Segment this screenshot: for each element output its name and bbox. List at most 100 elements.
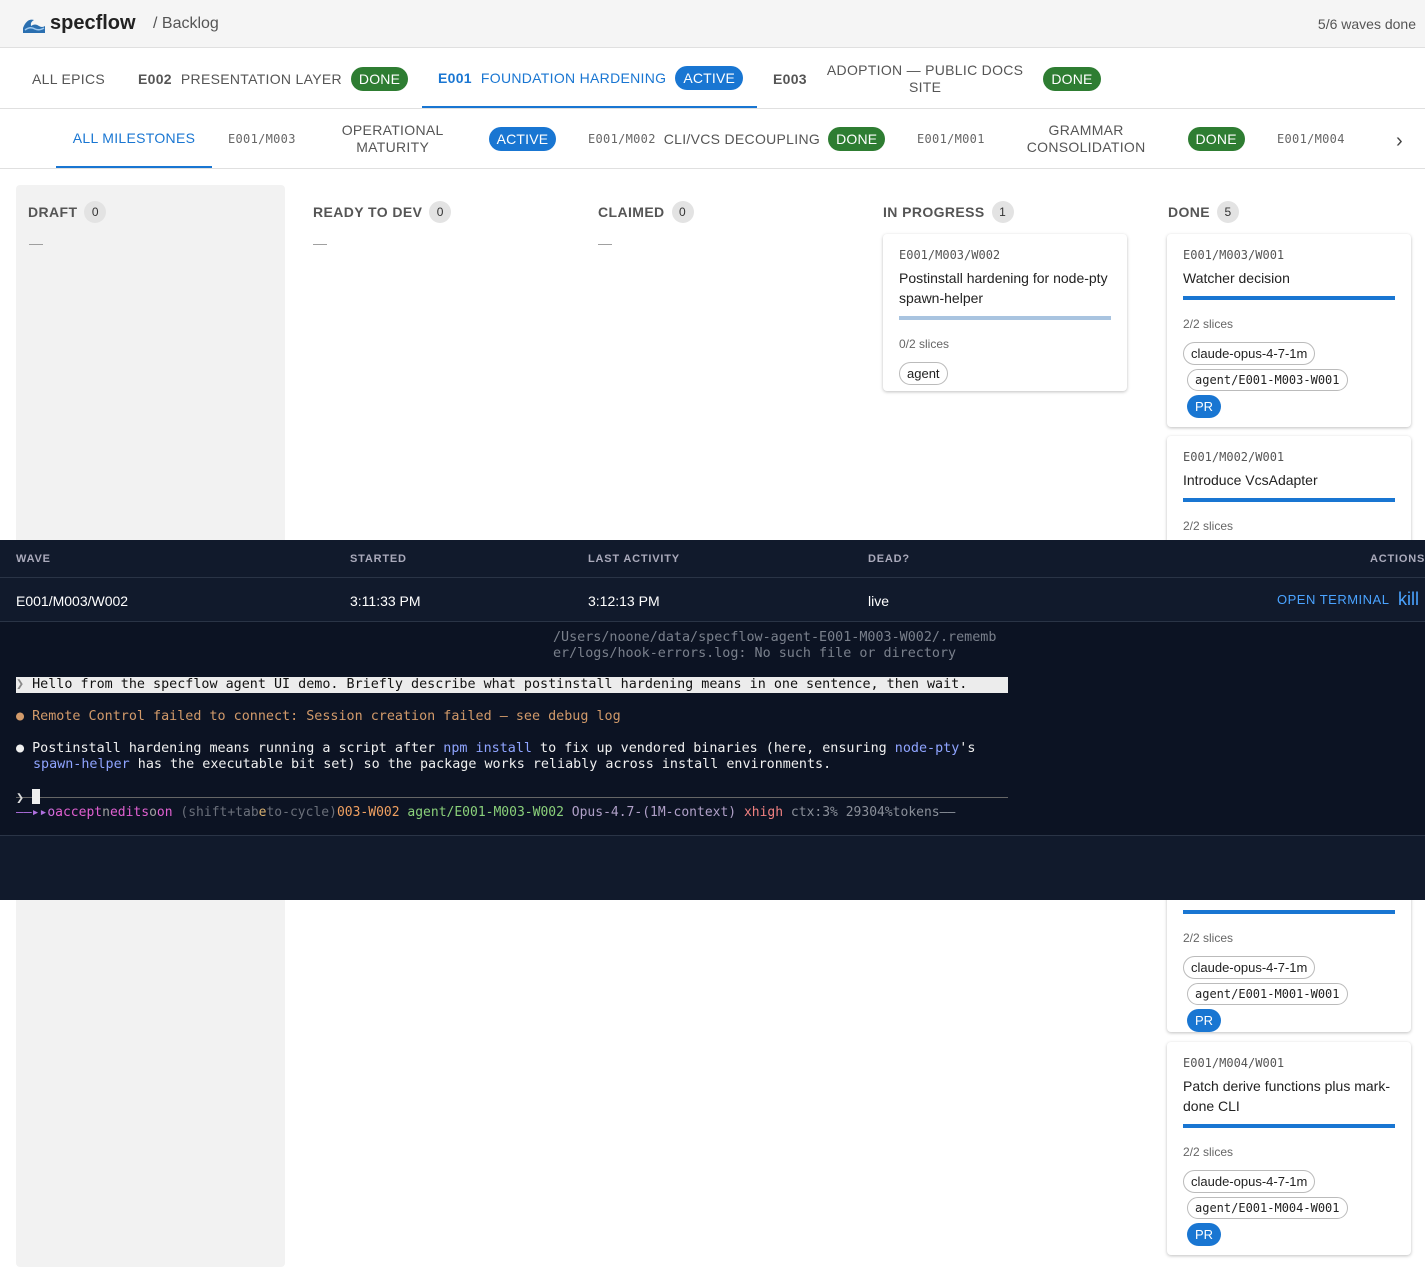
wave-card[interactable]: E001/M004/W001 Patch derive functions pl… bbox=[1167, 1042, 1411, 1255]
divider bbox=[0, 835, 1425, 836]
app-bar: specflow / Backlog 5/6 waves done bbox=[0, 0, 1425, 48]
wave-title: Introduce VcsAdapter bbox=[1183, 472, 1318, 488]
status-token: accept bbox=[55, 805, 103, 820]
slice-count: 0/2 slices bbox=[899, 337, 950, 351]
epic-code: E003 bbox=[773, 70, 807, 87]
prompt-icon: ❯ bbox=[16, 677, 25, 692]
tag-chip: agent bbox=[899, 362, 948, 385]
response-dot-icon: ● bbox=[16, 741, 25, 756]
epic-name-line: ADOPTION — PUBLIC DOCS bbox=[826, 61, 1024, 78]
slice-count: 2/2 slices bbox=[1183, 317, 1234, 331]
code-token: spawn-helper bbox=[33, 757, 130, 772]
tab-epic-e001[interactable]: E001 FOUNDATION HARDENING ACTIVE bbox=[422, 49, 757, 108]
model-chip: claude-opus-4-7-1m bbox=[1183, 956, 1316, 979]
milestone-id: E001/M003 bbox=[228, 131, 296, 146]
progress-bar bbox=[899, 316, 1111, 320]
epic-name: FOUNDATION HARDENING bbox=[480, 69, 667, 86]
status-token: (shift+tab bbox=[172, 805, 259, 820]
model-chip: claude-opus-4-7-1m bbox=[1183, 342, 1316, 365]
tab-all-epics[interactable]: ALL EPICS bbox=[32, 49, 105, 108]
model-chip: claude-opus-4-7-1m bbox=[1183, 1170, 1316, 1193]
response-text: 's bbox=[959, 741, 976, 756]
cursor bbox=[32, 789, 41, 804]
tab-milestone-m001[interactable]: E001/M001 GRAMMAR CONSOLIDATION DONE bbox=[917, 109, 1245, 168]
session-started: 3:11:33 PM bbox=[350, 593, 421, 609]
pr-link[interactable]: PR bbox=[1187, 1223, 1222, 1246]
tab-epic-e002[interactable]: E002 PRESENTATION LAYER DONE bbox=[138, 49, 409, 108]
prompt-text: Hello from the specflow agent UI demo. B… bbox=[32, 677, 968, 692]
branch-chip[interactable]: agent/E001-M004-W001 bbox=[1187, 1197, 1348, 1219]
column-title: DONE bbox=[1168, 204, 1211, 220]
tab-epic-e003[interactable]: E003 ADOPTION — PUBLIC DOCS SITE DONE bbox=[773, 49, 1101, 108]
header-last-activity: LAST ACTIVITY bbox=[588, 553, 680, 565]
epic-name: ADOPTION — PUBLIC DOCS SITE bbox=[827, 62, 1023, 96]
branch-chip[interactable]: agent/E001-M001-W001 bbox=[1187, 983, 1348, 1005]
wave-card[interactable]: 2/2 slices claude-opus-4-7-1m agent/E001… bbox=[1167, 880, 1411, 1032]
status-token: ——▸▸ bbox=[16, 805, 48, 820]
terminal-error-line: er/logs/hook-errors.log: No such file or… bbox=[553, 646, 957, 661]
milestone-name: OPERATIONAL MATURITY bbox=[342, 122, 444, 156]
terminal[interactable]: /Users/noone/data/specflow-agent-E001-M0… bbox=[0, 622, 1425, 835]
terminal-user-prompt: ❯ Hello from the specflow agent UI demo.… bbox=[16, 677, 1008, 693]
status-badge: DONE bbox=[1187, 126, 1245, 151]
wave-id: E001/M003/W002 bbox=[899, 248, 1001, 262]
open-terminal-button[interactable]: OPEN TERMINAL bbox=[1277, 592, 1389, 607]
waves-done-summary: 5/6 waves done bbox=[1317, 16, 1416, 32]
pr-link[interactable]: PR bbox=[1187, 395, 1222, 418]
wave-card[interactable]: E001/M003/W001 Watcher decision 2/2 slic… bbox=[1167, 234, 1411, 427]
milestone-name-line: GRAMMAR bbox=[1048, 121, 1124, 138]
tab-all-milestones[interactable]: ALL MILESTONES bbox=[56, 109, 212, 168]
milestone-name-line: CONSOLIDATION bbox=[1026, 138, 1146, 155]
epic-name-line: SITE bbox=[908, 78, 942, 95]
status-badge: ACTIVE bbox=[488, 126, 557, 151]
epic-code: E001 bbox=[438, 69, 472, 86]
milestone-id: E001/M004 bbox=[1277, 131, 1345, 146]
header-dead: DEAD? bbox=[868, 553, 910, 565]
milestone-name-line: MATURITY bbox=[356, 138, 430, 155]
column-title: READY TO DEV bbox=[313, 204, 423, 220]
empty-placeholder: — bbox=[29, 235, 43, 251]
tab-milestone-m003[interactable]: E001/M003 OPERATIONAL MATURITY ACTIVE bbox=[228, 109, 557, 168]
column-header: CLAIMED 0 bbox=[598, 201, 694, 223]
progress-bar bbox=[1183, 910, 1395, 914]
column-header: IN PROGRESS 1 bbox=[883, 201, 1014, 223]
progress-bar bbox=[1183, 296, 1395, 300]
milestone-id: E001/M001 bbox=[917, 131, 985, 146]
empty-placeholder: — bbox=[313, 235, 327, 251]
chevron-right-icon[interactable]: › bbox=[1396, 130, 1403, 153]
branch-chip[interactable]: agent/E001-M003-W001 bbox=[1187, 369, 1348, 391]
column-title: IN PROGRESS bbox=[883, 204, 985, 220]
wave-id: E001/M003/W001 bbox=[1183, 248, 1285, 262]
response-text: to fix up vendored binaries (here, ensur… bbox=[531, 741, 895, 756]
tab-label: ALL EPICS bbox=[32, 70, 105, 87]
pr-link[interactable]: PR bbox=[1187, 1009, 1222, 1032]
code-token: npm install bbox=[443, 741, 532, 756]
column-title: CLAIMED bbox=[598, 204, 665, 220]
status-badge: DONE bbox=[828, 126, 886, 151]
milestone-name: CLI/VCS DECOUPLING bbox=[663, 130, 821, 147]
wave-card[interactable]: E001/M002/W001 Introduce VcsAdapter 2/2 … bbox=[1167, 436, 1411, 556]
kill-button[interactable]: kill bbox=[1398, 589, 1419, 610]
header-wave: WAVE bbox=[16, 553, 51, 565]
warning-dot-icon: ● bbox=[16, 709, 25, 724]
column-count: 0 bbox=[671, 201, 694, 223]
milestone-id: E001/M002 bbox=[588, 131, 656, 146]
status-token: ctx:3% 29304%tokens—— bbox=[790, 805, 956, 820]
terminal-error-line: /Users/noone/data/specflow-agent-E001-M0… bbox=[553, 630, 997, 645]
status-badge: DONE bbox=[350, 66, 409, 91]
empty-placeholder: — bbox=[598, 235, 612, 251]
column-count: 1 bbox=[991, 201, 1014, 223]
column-header: READY TO DEV 0 bbox=[313, 201, 452, 223]
wave-logo-icon bbox=[23, 19, 45, 33]
epic-tabs: ALL EPICS E002 PRESENTATION LAYER DONE E… bbox=[0, 49, 1425, 109]
response-text: Postinstall hardening means running a sc… bbox=[32, 741, 444, 756]
tab-milestone-m002[interactable]: E001/M002 CLI/VCS DECOUPLING DONE bbox=[588, 109, 886, 168]
progress-bar bbox=[1183, 498, 1395, 502]
wave-card[interactable]: E001/M003/W002 Postinstall hardening for… bbox=[883, 234, 1127, 391]
brand-name[interactable]: specflow bbox=[50, 12, 136, 35]
tab-milestone-m004[interactable]: E001/M004 bbox=[1277, 109, 1345, 168]
status-badge: ACTIVE bbox=[675, 65, 744, 90]
session-last-activity: 3:12:13 PM bbox=[588, 593, 660, 609]
wave-title: Postinstall hardening for node-pty spawn… bbox=[899, 270, 1108, 306]
status-token: Opus-4.7-(1M-context) bbox=[571, 805, 744, 820]
